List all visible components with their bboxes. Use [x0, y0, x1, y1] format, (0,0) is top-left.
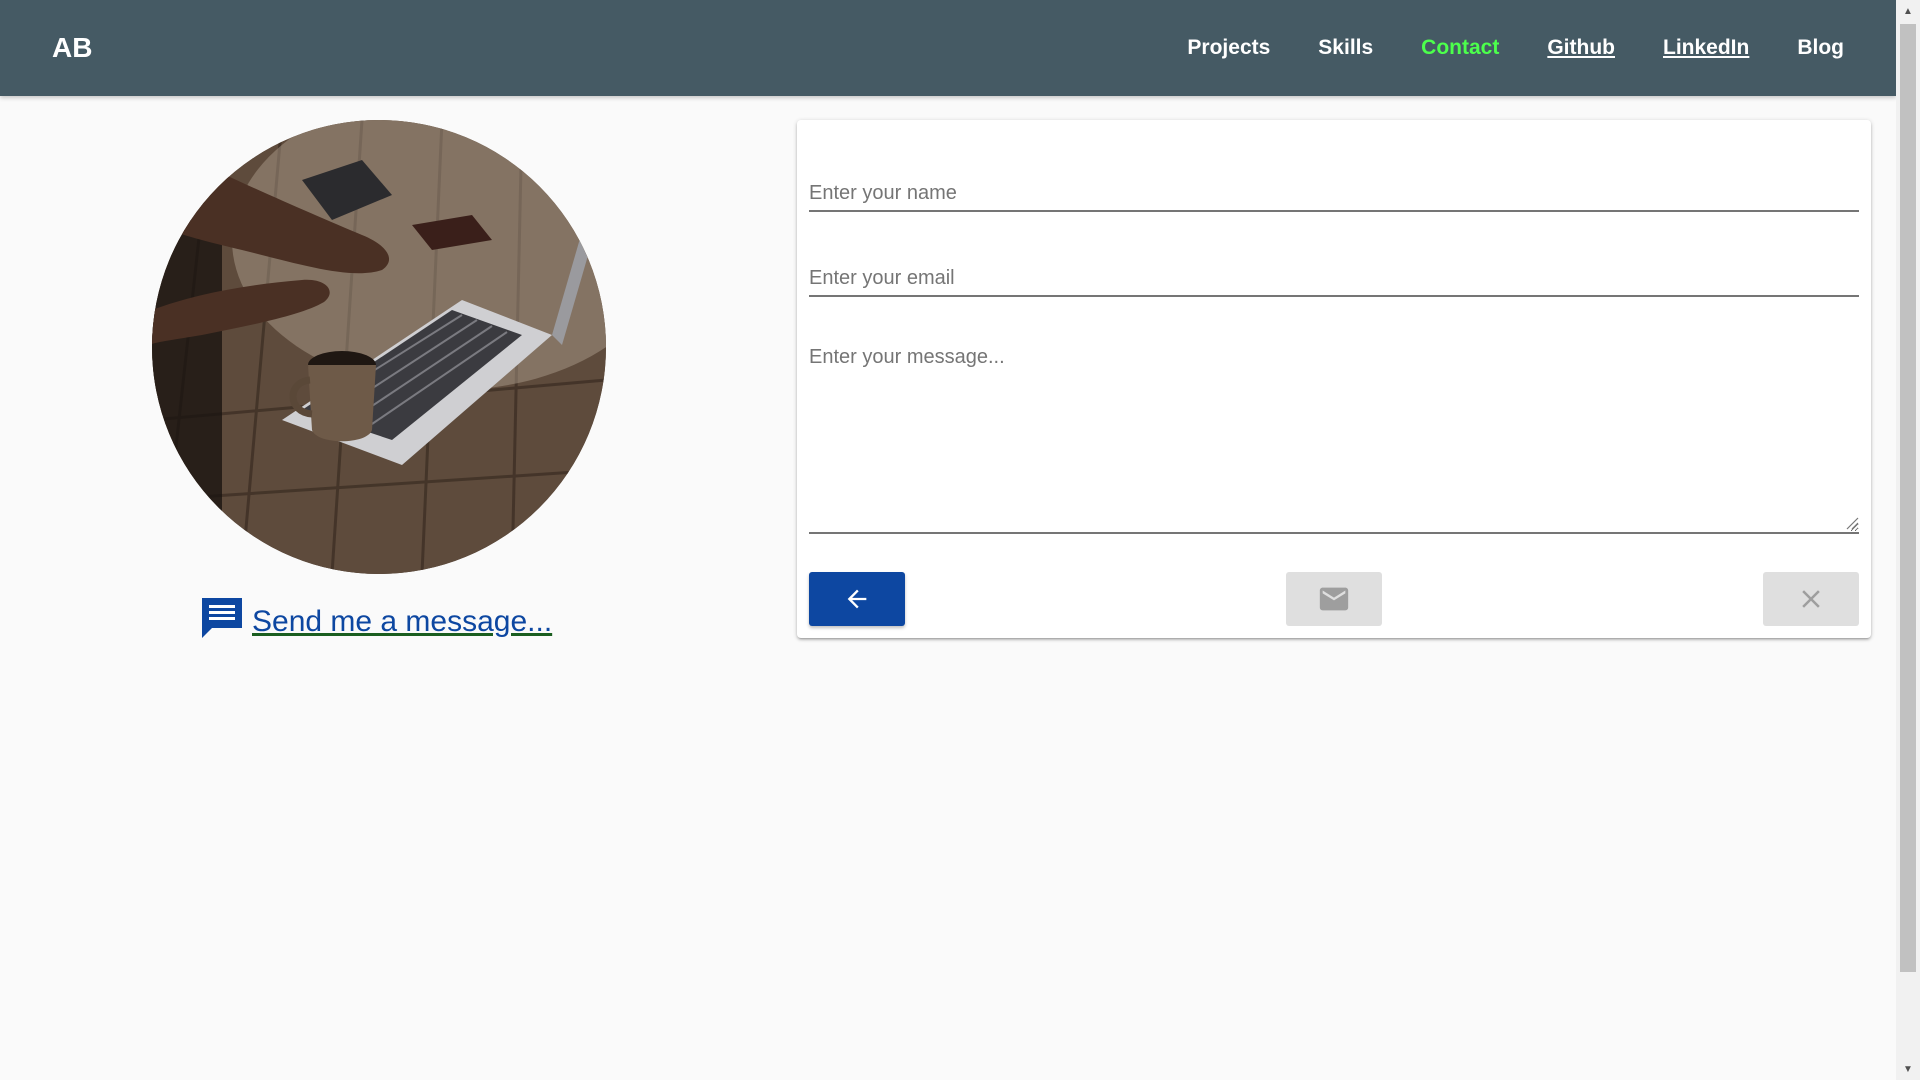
resize-grip-icon[interactable] [1845, 516, 1859, 530]
name-input[interactable] [809, 156, 1859, 212]
email-input[interactable] [809, 241, 1859, 297]
nav-link-linkedin[interactable]: LinkedIn [1663, 36, 1749, 60]
arrow-left-icon [847, 589, 867, 609]
close-icon [1802, 590, 1820, 608]
scroll-down-arrow-icon[interactable]: ▼ [1896, 1058, 1920, 1080]
nav-link-contact[interactable]: Contact [1421, 36, 1499, 60]
top-navbar: AB Projects Skills Contact Github Linked… [0, 0, 1896, 96]
nav-link-github[interactable]: Github [1547, 36, 1615, 60]
nav-link-projects[interactable]: Projects [1187, 36, 1270, 60]
scroll-up-arrow-icon[interactable]: ▲ [1896, 0, 1920, 22]
send-message-row: Send me a message... [198, 594, 552, 642]
page-scrollbar[interactable]: ▲ ▼ [1896, 0, 1920, 1080]
mail-icon [1319, 587, 1349, 611]
message-textarea[interactable] [809, 326, 1859, 534]
send-message-link[interactable]: Send me a message... [252, 604, 552, 640]
nav-link-skills[interactable]: Skills [1318, 36, 1373, 60]
nav-links: Projects Skills Contact Github LinkedIn … [1139, 36, 1844, 60]
scroll-thumb[interactable] [1900, 24, 1916, 972]
clear-button[interactable] [1763, 572, 1859, 626]
contact-form-card [797, 120, 1871, 638]
brand-logo[interactable]: AB [52, 32, 92, 64]
send-button[interactable] [1286, 572, 1382, 626]
back-button[interactable] [809, 572, 905, 626]
chat-icon [202, 598, 242, 638]
nav-link-blog[interactable]: Blog [1797, 36, 1844, 60]
profile-photo [152, 120, 606, 574]
